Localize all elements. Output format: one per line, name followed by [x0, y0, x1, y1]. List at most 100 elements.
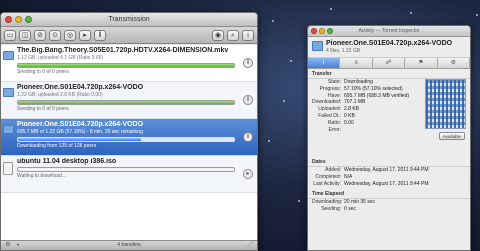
filter-button[interactable]: ⌕ — [227, 29, 239, 41]
added-label: Added: — [325, 167, 341, 173]
star — [476, 14, 478, 16]
resume-all-icon: ◎ — [66, 31, 74, 39]
document-icon — [3, 162, 13, 175]
open-url-icon: ◫ — [21, 31, 29, 39]
star — [298, 200, 300, 202]
quick-look-button[interactable]: ◉ — [212, 29, 224, 41]
resume-icon: ▸ — [83, 31, 87, 39]
progress-fill — [18, 138, 142, 141]
folder-icon — [312, 41, 323, 51]
quick-look-icon: ◉ — [214, 31, 222, 39]
pause-torrent-button[interactable]: ‖ — [243, 132, 253, 142]
remove-button[interactable]: ⊘ — [34, 29, 46, 41]
resume-all-button[interactable]: ◎ — [64, 29, 76, 41]
window-controls — [5, 16, 32, 23]
state-label: State: — [327, 79, 341, 85]
tab-peers[interactable]: ☍ — [373, 58, 406, 68]
inspector-titlebar[interactable]: Activity — Torrent Inspector — [308, 26, 470, 37]
tab-activity[interactable]: i — [308, 58, 341, 68]
torrent-details: 1.22 GB, uploaded 2.8 KB (Ratio 0.00) — [17, 92, 103, 98]
folder-icon — [3, 88, 14, 97]
close-button[interactable] — [5, 16, 12, 23]
tab-general[interactable]: ≡ — [340, 58, 373, 68]
completed-label: Completed: — [315, 173, 341, 180]
torrent-list[interactable]: The.Big.Bang.Theory.S05E01.720p.HDTV.X26… — [1, 45, 257, 240]
tab-trackers[interactable]: ⚑ — [405, 58, 438, 68]
ratio-label: Ratio: — [327, 119, 341, 126]
state-value: Downloading — [344, 79, 373, 85]
inspector-tabs: i ≡ ☍ ⚑ ⚙ — [308, 58, 470, 69]
pause-torrent-button[interactable]: ‖ — [243, 95, 253, 105]
pause-torrent-button[interactable]: ‖ — [243, 58, 253, 68]
torrent-name: Pioneer.One.S01E04.720p.x264-VODO — [17, 121, 144, 128]
pause-icon: ‖ — [246, 97, 250, 103]
torrent-row[interactable]: ubuntu 11.04 desktop i386.iso Waiting to… — [1, 156, 257, 193]
torrent-status: Seeding to 0 of 0 peers — [17, 106, 69, 112]
inspector-torrent-name: Pioneer.One.S01E04.720p.x264-VODO — [326, 40, 453, 47]
ratio-value: 0.00 — [344, 119, 354, 126]
folder-icon — [3, 125, 14, 134]
last-activity-row: Last Activity: Wednesday, August 17, 2011… — [308, 181, 470, 188]
inspector-torrent-summary: 4 files, 1.22 GB — [326, 48, 361, 54]
minimize-button[interactable] — [15, 16, 22, 23]
info-button[interactable]: i — [242, 29, 254, 41]
inspector-minimize-button[interactable] — [319, 28, 325, 34]
error-label: Error: — [328, 126, 342, 133]
pause-all-button[interactable]: ⊙ — [49, 29, 61, 41]
star — [330, 8, 332, 10]
progress-fill — [18, 64, 234, 67]
torrent-row-selected[interactable]: Pioneer.One.S01E04.720p.x264-VODO 695.7 … — [1, 119, 257, 156]
downloaded-value: 707.1 MB — [344, 99, 366, 106]
torrent-status: Waiting to download... — [17, 173, 67, 179]
resize-handle-icon[interactable]: ⋰ — [246, 242, 254, 249]
gear-icon[interactable]: ⚙ — [4, 242, 12, 249]
resume-icon: ▸ — [246, 171, 250, 177]
progress-value: 57.10% (57.10% selected) — [344, 85, 403, 92]
tab-options[interactable]: ⚙ — [438, 58, 470, 68]
inspector-header: Pioneer.One.S01E04.720p.x264-VODO 4 file… — [308, 37, 470, 58]
star — [290, 60, 292, 62]
seeding-time-row: Seeding: 0 sec — [308, 206, 470, 213]
inspector-window-controls — [311, 28, 333, 34]
completed-row: Completed: N/A — [308, 174, 470, 181]
pieces-map — [425, 79, 466, 129]
progress-bar — [17, 100, 235, 105]
progress-bar — [17, 137, 235, 142]
torrent-name: ubuntu 11.04 desktop i386.iso — [17, 158, 117, 165]
zoom-button[interactable] — [25, 16, 32, 23]
uploaded-value: 2.8 KB — [344, 106, 360, 113]
progress-fill — [18, 101, 234, 104]
transfer-heading: Transfer — [308, 69, 470, 79]
open-url-button[interactable]: ◫ — [19, 29, 31, 41]
pause-icon: ‖ — [98, 31, 102, 39]
window-titlebar[interactable]: Transmission — [1, 13, 257, 27]
inspector-close-button[interactable] — [311, 28, 317, 34]
have-label: Have: — [327, 92, 341, 99]
inspector-zoom-button[interactable] — [327, 28, 333, 34]
progress-bar — [17, 167, 235, 172]
torrent-details: 695.7 MB of 1.22 GB (57.10%) - 8 min, 26… — [17, 129, 143, 135]
torrent-status: Downloading from 125 of 128 peers — [17, 143, 97, 149]
resume-button[interactable]: ▸ — [79, 29, 91, 41]
last-activity-label: Last Activity: — [313, 180, 341, 187]
star — [268, 140, 270, 142]
torrent-details: 1.12 GB, uploaded 4.1 GB (Ratio 3.68) — [17, 55, 104, 61]
torrent-row[interactable]: The.Big.Bang.Theory.S05E01.720p.HDTV.X26… — [1, 45, 257, 82]
torrent-row[interactable]: Pioneer.One.S01E04.720p.x264-VODO 1.22 G… — [1, 82, 257, 119]
seeding-time-label: Seeding: — [321, 206, 341, 213]
turtle-icon[interactable]: ◒ — [14, 242, 22, 249]
torrent-name: Pioneer.One.S01E04.720p.x264-VODO — [17, 84, 144, 91]
downloading-time-label: Downloading: — [312, 199, 343, 206]
dates-heading: Dates — [308, 157, 470, 167]
downloading-time-value: 20 min 35 sec — [344, 199, 376, 206]
open-torrent-icon: ▭ — [6, 31, 14, 39]
transmission-window: Transmission ▭ ◫ ⊘ ⊙ ◎ ▸ ‖ ◉ ⌕ i The.Big… — [0, 12, 258, 251]
pause-button[interactable]: ‖ — [94, 29, 106, 41]
pause-icon: ‖ — [246, 134, 250, 140]
progress-bar — [17, 63, 235, 68]
pieces-toggle-button[interactable]: Available — [438, 132, 465, 140]
seeding-time-value: 0 sec — [344, 206, 356, 213]
resume-torrent-button[interactable]: ▸ — [243, 169, 253, 179]
open-torrent-button[interactable]: ▭ — [4, 29, 16, 41]
failed-label: Failed DL: — [318, 112, 341, 119]
